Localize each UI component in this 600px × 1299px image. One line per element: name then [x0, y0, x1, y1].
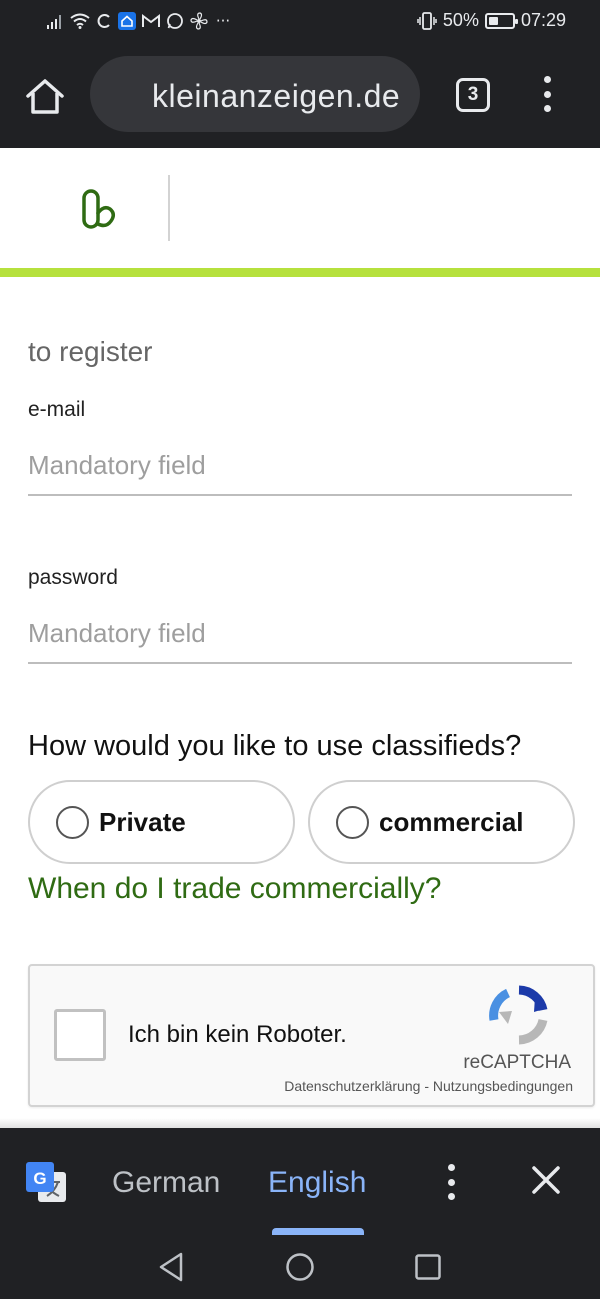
google-translate-icon: G	[26, 1162, 66, 1202]
system-navigation-bar	[0, 1235, 600, 1299]
whatsapp-icon	[167, 13, 183, 29]
fan-icon	[190, 12, 208, 30]
back-icon[interactable]	[155, 1250, 189, 1284]
browser-menu-button[interactable]	[536, 74, 558, 114]
vibrate-icon	[417, 11, 437, 30]
password-label: password	[28, 566, 118, 589]
recaptcha-label: Ich bin kein Roboter.	[128, 1021, 347, 1048]
commercial-option[interactable]: commercial	[308, 780, 575, 864]
private-label: Private	[99, 806, 186, 837]
site-header	[0, 148, 600, 268]
home-app-icon	[118, 12, 136, 30]
system-status: 50% 07:29	[417, 10, 566, 31]
status-bar: ··· 50% 07:29	[0, 0, 600, 44]
email-field[interactable]	[28, 436, 572, 496]
language-tab-german[interactable]: German	[112, 1166, 220, 1200]
recaptcha-checkbox[interactable]	[54, 1009, 106, 1061]
svg-text:G: G	[33, 1169, 46, 1188]
address-bar[interactable]: kleinanzeigen.de	[90, 56, 420, 132]
more-notifications-icon: ···	[215, 12, 231, 30]
battery-percent: 50%	[442, 10, 479, 30]
recaptcha-brand: reCAPTCHA	[463, 1052, 571, 1073]
privacy-link[interactable]: Datenschutzerklärung	[284, 1078, 420, 1094]
commercial-radio[interactable]	[336, 805, 369, 839]
kleinanzeigen-logo-icon[interactable]	[80, 188, 120, 232]
close-icon[interactable]	[528, 1162, 564, 1198]
wifi-icon	[70, 13, 90, 29]
url-text[interactable]: kleinanzeigen.de	[152, 78, 400, 115]
sync-icon	[97, 14, 110, 28]
recaptcha-widget: Ich bin kein Roboter. reCAPTCHA Datensch…	[28, 964, 595, 1107]
home-circle-icon[interactable]	[285, 1252, 315, 1282]
clock: 07:29	[520, 10, 566, 30]
links-separator: -	[424, 1078, 429, 1094]
password-field[interactable]	[28, 604, 572, 664]
signal-icon	[47, 15, 61, 29]
language-tab-english[interactable]: English	[268, 1166, 366, 1200]
trade-commercially-link[interactable]: When do I trade commercially?	[28, 872, 442, 906]
translate-bar: G German English	[0, 1128, 600, 1235]
terms-link[interactable]: Nutzungsbedingungen	[433, 1078, 573, 1094]
tab-count: 3	[467, 84, 479, 105]
email-label: e-mail	[28, 398, 86, 421]
gmail-icon	[142, 14, 160, 27]
header-divider	[168, 175, 170, 241]
page-title: to register	[28, 336, 153, 367]
commercial-label: commercial	[379, 806, 524, 837]
browser-toolbar: kleinanzeigen.de 3	[0, 44, 600, 148]
tab-switcher-button[interactable]: 3	[456, 78, 490, 112]
usage-question: How would you like to use classifieds?	[28, 730, 522, 762]
recaptcha-logo-icon	[489, 985, 548, 1045]
accent-bar	[0, 268, 600, 277]
home-icon[interactable]	[22, 74, 68, 120]
notification-icons: ···	[46, 10, 232, 32]
battery-icon	[484, 12, 518, 29]
recent-apps-icon[interactable]	[414, 1253, 442, 1281]
battery-level	[488, 16, 498, 25]
translate-menu-button[interactable]	[440, 1162, 462, 1202]
active-language-indicator	[272, 1228, 364, 1235]
translate-bar-shadow	[0, 1118, 600, 1128]
private-option[interactable]: Private	[28, 780, 295, 864]
recaptcha-links: Datenschutzerklärung - Nutzungsbedingung…	[284, 1078, 573, 1094]
private-radio[interactable]	[56, 805, 89, 839]
